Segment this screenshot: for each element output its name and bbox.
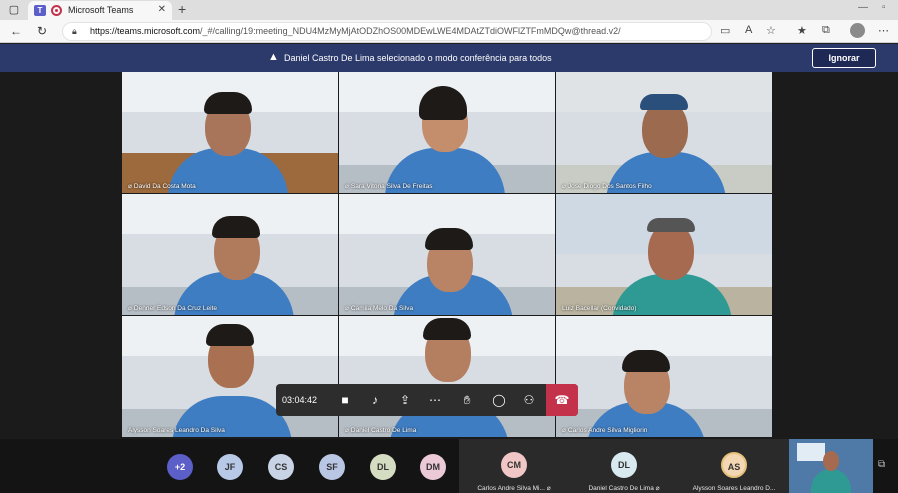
video-tile[interactable]: ⌀ Daniel Castro De Lima xyxy=(339,316,555,437)
participant-hair xyxy=(425,228,473,250)
hang-up-button[interactable]: ☎︎ xyxy=(546,384,578,416)
url-field[interactable]: 🔒︎ https://teams.microsoft.com/_#/callin… xyxy=(62,22,712,41)
participant-avatar[interactable]: SF xyxy=(319,454,345,480)
notification-banner: ▲ Daniel Castro De Lima selecionado o mo… xyxy=(0,44,898,72)
more-participants-button[interactable]: +2 xyxy=(167,454,193,480)
participant-avatar[interactable]: JF xyxy=(217,454,243,480)
video-tile[interactable]: ⌀ Sara Vitoria Silva De Freitas xyxy=(339,72,555,193)
featured-participant[interactable]: AS Alysson Soares Leandro D... xyxy=(679,439,789,493)
video-stage: ⌀ David Da Costa Mota ⌀ Sara Vitoria Silva… xyxy=(0,72,898,439)
refresh-icon[interactable]: ↻ xyxy=(37,24,47,38)
mic-off-icon: ⌀ xyxy=(655,485,660,492)
more-actions-icon[interactable]: ⋯ xyxy=(420,384,450,416)
participant-avatar: AS xyxy=(721,452,747,478)
banner-message: Daniel Castro De Lima selecionado o modo… xyxy=(284,53,552,63)
participant-hair xyxy=(647,218,695,232)
hang-up-icon: ☎︎ xyxy=(554,393,570,407)
tile-name-label: Luiz Bacellar (Convidado) xyxy=(562,305,637,312)
mic-off-icon: ⌀ xyxy=(562,427,566,434)
call-timer: 03:04:42 xyxy=(282,395,318,405)
minimize-icon[interactable]: — xyxy=(858,2,868,13)
collections-icon[interactable]: ⧉ xyxy=(822,24,830,37)
participant-avatar[interactable]: CS xyxy=(268,454,294,480)
participant-name: Carlos Andre Silva Mi... ⌀ xyxy=(477,485,551,492)
call-controls: 03:04:42 ■ ♪ ⇪ ⋯ ✋︎ ◯ ⚇ ☎︎ xyxy=(276,384,578,416)
new-tab-icon[interactable]: + xyxy=(178,1,186,17)
read-aloud-icon[interactable]: A xyxy=(745,24,752,36)
video-tile[interactable]: Luiz Bacellar (Convidado) xyxy=(556,194,772,315)
microphone-icon[interactable]: ♪ xyxy=(360,384,390,416)
tab-actions-icon[interactable]: ▢ xyxy=(8,4,20,16)
tile-name-label: ⌀ David Da Costa Mota xyxy=(128,183,196,190)
url-text: https://teams.microsoft.com/_#/calling/1… xyxy=(90,26,621,36)
mic-off-icon: ⌀ xyxy=(128,305,132,312)
favorites-bar-icon[interactable]: ★ xyxy=(797,24,807,37)
participant-hair xyxy=(423,318,471,340)
participant-hair xyxy=(206,324,254,346)
tile-name-label: ⌀ Sara Vitoria Silva De Freitas xyxy=(345,183,433,190)
tile-name-label: ⌀ Carlos Andre Silva Migliorin xyxy=(562,427,648,434)
close-tab-icon[interactable]: ✕ xyxy=(158,4,166,15)
address-bar: ← ↻ 🔒︎ https://teams.microsoft.com/_#/ca… xyxy=(0,20,898,43)
chat-icon[interactable]: ◯ xyxy=(484,384,514,416)
pop-out-icon[interactable]: ⧉ xyxy=(878,459,885,470)
self-video-preview[interactable] xyxy=(789,439,873,493)
restore-icon[interactable]: ▫ xyxy=(882,2,886,13)
camera-icon[interactable]: ■ xyxy=(330,384,360,416)
video-tile[interactable]: ⌀ Carlos Andre Silva Migliorin xyxy=(556,316,772,437)
mic-off-icon: ⌀ xyxy=(345,305,349,312)
tile-name-label: Alysson Soares Leandro Da Silva xyxy=(128,427,225,434)
video-tile[interactable]: ⌀ Jose Diogo Dos Santos Filho xyxy=(556,72,772,193)
mic-off-icon: ⌀ xyxy=(345,183,349,190)
lock-icon: 🔒︎ xyxy=(72,26,77,36)
participant-avatar[interactable]: DM xyxy=(420,454,446,480)
participant-hair xyxy=(622,350,670,372)
participant-name: Daniel Castro De Lima ⌀ xyxy=(588,485,660,492)
participants-icon[interactable]: ⚇ xyxy=(514,384,544,416)
back-icon[interactable]: ← xyxy=(10,24,22,38)
teams-logo-icon: T xyxy=(34,5,46,16)
video-tile[interactable]: ⌀ Camila Melo Da Silva xyxy=(339,194,555,315)
mic-off-icon: ⌀ xyxy=(546,485,551,492)
participant-hair xyxy=(212,216,260,238)
featured-participant[interactable]: CM Carlos Andre Silva Mi... ⌀ xyxy=(459,439,569,493)
mic-off-icon: ⌀ xyxy=(128,183,132,190)
participant-hair xyxy=(204,92,252,114)
recording-icon xyxy=(51,5,62,16)
warning-icon: ▲ xyxy=(268,51,279,63)
browser-tab-bar: ▢ T Microsoft Teams ✕ + — ▫ xyxy=(0,0,898,20)
video-tile[interactable]: Alysson Soares Leandro Da Silva xyxy=(122,316,338,437)
tile-name-label: ⌀ Camila Melo Da Silva xyxy=(345,305,414,312)
share-screen-icon[interactable]: ⇪ xyxy=(390,384,420,416)
video-tile[interactable]: ⌀ David Da Costa Mota xyxy=(122,72,338,193)
participant-avatar: DL xyxy=(611,452,637,478)
video-tile[interactable]: ⌀ Denner Edson Da Cruz Leite xyxy=(122,194,338,315)
tile-name-label: ⌀ Jose Diogo Dos Santos Filho xyxy=(562,183,652,190)
self-view-background xyxy=(797,443,825,461)
tile-name-label: ⌀ Daniel Castro De Lima xyxy=(345,427,417,434)
raise-hand-icon[interactable]: ✋︎ xyxy=(452,384,482,416)
profile-avatar[interactable] xyxy=(850,23,865,38)
participant-avatar: CM xyxy=(501,452,527,478)
favorite-icon[interactable]: ☆ xyxy=(766,24,776,37)
tile-name-label: ⌀ Denner Edson Da Cruz Leite xyxy=(128,305,218,312)
participant-strip: +2 JF CS SF DL DM CM Carlos Andre Silva … xyxy=(0,439,898,493)
more-menu-icon[interactable]: ⋯ xyxy=(878,24,889,37)
self-view-head xyxy=(823,451,839,471)
mic-off-icon: ⌀ xyxy=(345,427,349,434)
tab-title: Microsoft Teams xyxy=(68,5,134,15)
camera-in-use-icon[interactable]: ▭ xyxy=(720,24,730,37)
participant-avatar[interactable]: DL xyxy=(370,454,396,480)
featured-participant[interactable]: DL Daniel Castro De Lima ⌀ xyxy=(569,439,679,493)
ignore-button[interactable]: Ignorar xyxy=(812,48,876,68)
tile-background xyxy=(556,316,772,356)
participant-cap xyxy=(640,94,688,110)
mic-off-icon: ⌀ xyxy=(562,183,566,190)
browser-tab[interactable]: T Microsoft Teams ✕ xyxy=(28,1,172,20)
self-view-body xyxy=(811,469,851,493)
participant-name: Alysson Soares Leandro D... xyxy=(692,485,776,492)
